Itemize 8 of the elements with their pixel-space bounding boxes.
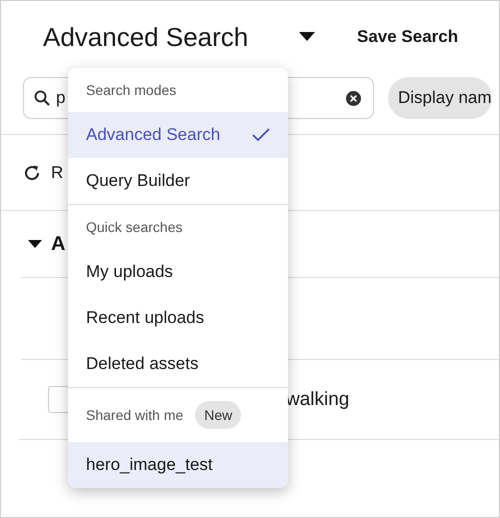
section-heading: Quick searches xyxy=(86,219,182,235)
row-text: walking xyxy=(286,388,350,410)
section-heading: Search modes xyxy=(86,82,176,98)
page-title: Advanced Search xyxy=(43,22,250,52)
group-label: A xyxy=(51,232,66,256)
section-heading: Shared with me xyxy=(86,407,184,423)
search-query: p xyxy=(56,88,66,108)
new-badge: New xyxy=(195,401,242,429)
